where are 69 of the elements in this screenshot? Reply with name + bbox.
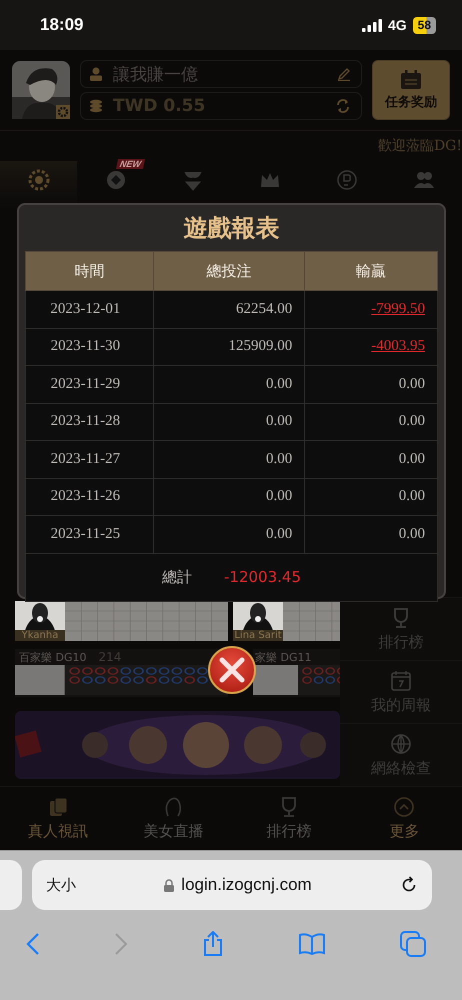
lock-icon bbox=[164, 878, 174, 892]
column-header: 輸贏 bbox=[304, 252, 438, 290]
close-icon bbox=[219, 657, 245, 683]
people-icon bbox=[412, 169, 434, 191]
table-cell: 2023-11-26 bbox=[26, 478, 154, 516]
bottom-nav-item[interactable]: 美女直播 bbox=[116, 787, 231, 850]
url-text: login.izogcnj.com bbox=[181, 875, 312, 895]
total-value: -12003.45 bbox=[224, 568, 301, 586]
table-cell: 2023-11-27 bbox=[26, 440, 154, 478]
table-cell: 0.00 bbox=[153, 478, 305, 516]
game-table-card[interactable]: 家樂 DG11 bbox=[253, 649, 340, 697]
table-cell: 62254.00 bbox=[153, 290, 305, 328]
table-cell: 0.00 bbox=[304, 478, 438, 516]
reload-icon[interactable] bbox=[400, 876, 418, 894]
settings-icon[interactable] bbox=[56, 105, 70, 119]
new-badge: NEW bbox=[116, 159, 146, 169]
user-icon bbox=[89, 67, 103, 81]
column-header: 時間 bbox=[26, 252, 154, 290]
forward-icon[interactable] bbox=[114, 932, 128, 956]
table-cell: 2023-11-25 bbox=[26, 516, 154, 553]
status-time: 18:09 bbox=[40, 15, 84, 35]
calendar-icon bbox=[400, 70, 422, 90]
coins-icon bbox=[89, 99, 103, 113]
calendar-icon bbox=[390, 670, 412, 692]
signal-icon bbox=[362, 18, 382, 32]
table-cell: 0.00 bbox=[153, 403, 305, 440]
dialog-title: 遊戲報表 bbox=[182, 213, 280, 244]
result-link[interactable]: -7999.50 bbox=[304, 290, 438, 328]
bookmarks-icon[interactable] bbox=[298, 933, 326, 955]
share-icon[interactable] bbox=[202, 931, 224, 957]
tabs-icon[interactable] bbox=[400, 931, 426, 957]
column-header: 總投注 bbox=[153, 252, 305, 290]
table-cell: 125909.00 bbox=[153, 328, 305, 366]
globe-icon bbox=[390, 732, 412, 754]
category-tab[interactable]: NEW bbox=[77, 161, 154, 209]
table-cell: 2023-11-28 bbox=[26, 403, 154, 440]
table-cell: 0.00 bbox=[153, 516, 305, 553]
text-size-button[interactable]: 大小 bbox=[46, 876, 76, 894]
address-bar[interactable]: 大小 login.izogcnj.com bbox=[32, 860, 432, 910]
username-field[interactable]: 讓我賺一億 bbox=[80, 60, 362, 88]
table-cell: 0.00 bbox=[153, 366, 305, 403]
table-cell: 2023-12-01 bbox=[26, 290, 154, 328]
coin-icon bbox=[104, 169, 126, 191]
bottom-nav-item[interactable]: 真人視訊 bbox=[0, 787, 116, 850]
total-label: 總計 bbox=[162, 568, 192, 586]
chevron-up-icon bbox=[393, 796, 416, 818]
table-cell: 0.00 bbox=[304, 516, 438, 553]
chip-icon bbox=[28, 169, 50, 191]
dealer-name: Lina Sarit bbox=[233, 630, 283, 641]
table-name: 家樂 DG11 bbox=[255, 650, 312, 664]
edit-icon[interactable] bbox=[337, 67, 351, 81]
marquee-text: 歡迎蒞臨DG! bbox=[378, 137, 462, 155]
bottom-nav-item[interactable]: 更多 bbox=[346, 787, 462, 850]
table-cell: 0.00 bbox=[304, 440, 438, 478]
network-label: 4G bbox=[388, 17, 407, 33]
table-cell: 0.00 bbox=[304, 403, 438, 440]
table-cell: 2023-11-30 bbox=[26, 328, 154, 366]
game-card[interactable]: Ykanha bbox=[15, 601, 228, 641]
table-cell: 2023-11-29 bbox=[26, 366, 154, 403]
table-name: 百家樂 DG10 bbox=[19, 650, 86, 664]
result-link[interactable]: -4003.95 bbox=[304, 328, 438, 366]
dealer-name: Ykanha bbox=[15, 630, 65, 641]
game-card[interactable]: Lina Sarit bbox=[233, 601, 340, 641]
task-reward-button[interactable]: 任务奖励 bbox=[372, 60, 450, 120]
table-cell: 0.00 bbox=[153, 440, 305, 478]
refresh-icon[interactable] bbox=[335, 98, 351, 114]
table-cell: 0.00 bbox=[304, 366, 438, 403]
bottom-nav-item[interactable]: 排行榜 bbox=[231, 787, 346, 850]
back-icon[interactable] bbox=[26, 932, 40, 956]
